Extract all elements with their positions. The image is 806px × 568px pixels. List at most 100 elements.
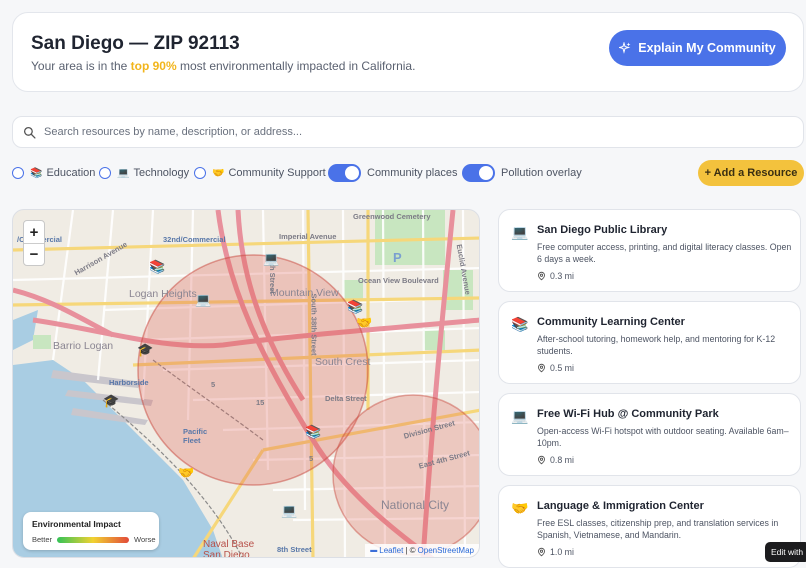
laptop-icon: 💻 xyxy=(511,408,529,424)
marker-technology[interactable]: 💻 xyxy=(281,504,297,517)
filter-community-support[interactable]: 🤝 Community Support xyxy=(194,160,326,186)
marker-community-support[interactable]: 🤝 xyxy=(178,466,194,479)
map-label-imperial: Imperial Avenue xyxy=(279,232,337,241)
toggle-pollution-overlay[interactable]: Pollution overlay xyxy=(462,160,582,186)
distance-value: 0.3 mi xyxy=(550,271,574,281)
toggle-label: Community places xyxy=(367,167,458,179)
resource-distance: 0.5 mi xyxy=(537,363,574,373)
openstreetmap-link[interactable]: OpenStreetMap xyxy=(418,546,474,555)
map-label-mountain-view: Mountain View xyxy=(270,287,339,299)
resource-distance: 0.8 mi xyxy=(537,455,574,465)
radio-button[interactable] xyxy=(12,167,24,179)
filter-bar: 📚 Education 💻 Technology 🤝 Community Sup… xyxy=(12,160,804,186)
community-map[interactable]: /Commercial 32nd/Commercial Harrison Ave… xyxy=(12,209,480,558)
zoom-out-button[interactable]: − xyxy=(24,243,44,265)
resource-description: After-school tutoring, homework help, an… xyxy=(537,334,776,356)
leaflet-link[interactable]: Leaflet xyxy=(379,546,403,555)
map-label-delta: Delta Street xyxy=(325,394,367,403)
resource-description: Free ESL classes, citizenship prep, and … xyxy=(537,518,779,540)
map-label-greenwood: Greenwood Cemetery xyxy=(353,212,431,221)
zoom-in-button[interactable]: + xyxy=(24,221,44,243)
resource-card[interactable]: 💻 Free Wi-Fi Hub @ Community Park Open-a… xyxy=(498,393,801,476)
parking-icon: P xyxy=(393,250,402,265)
marker-community-support[interactable]: 🤝 xyxy=(356,316,372,329)
resource-description: Open-access Wi-Fi hotspot with outdoor s… xyxy=(537,426,789,448)
filter-technology[interactable]: 💻 Technology xyxy=(99,160,189,186)
map-label-harborside: Harborside xyxy=(109,378,149,387)
resource-card[interactable]: 📚 Community Learning Center After-school… xyxy=(498,301,801,384)
filter-education[interactable]: 📚 Education xyxy=(12,160,95,186)
handshake-icon: 🤝 xyxy=(212,167,225,179)
impact-percentile: top 90% xyxy=(130,59,177,73)
radio-button[interactable] xyxy=(194,167,206,179)
marker-education[interactable]: 📚 xyxy=(347,300,363,313)
map-label-south-crest: South Crest xyxy=(315,356,371,368)
laptop-icon: 💻 xyxy=(117,167,130,179)
filter-label: Education xyxy=(46,167,96,179)
explain-button-label: Explain My Community xyxy=(638,41,776,55)
search-bar[interactable] xyxy=(12,116,804,148)
impact-legend: Environmental Impact Better Worse xyxy=(23,512,159,550)
resource-distance: 1.0 mi xyxy=(537,547,574,557)
map-label-8th-street: 8th Street xyxy=(277,545,312,554)
marker-education[interactable]: 📚 xyxy=(305,425,321,438)
marker-graduation-cap[interactable]: 🎓 xyxy=(103,394,119,407)
ukraine-flag-icon: ▬ xyxy=(370,547,378,554)
location-pin-icon xyxy=(538,547,545,557)
attribution-separator: | © xyxy=(405,546,416,555)
resource-title: Community Learning Center xyxy=(537,316,685,328)
search-input[interactable] xyxy=(44,126,744,138)
distance-value: 0.8 mi xyxy=(550,455,574,465)
resource-title: Free Wi-Fi Hub @ Community Park xyxy=(537,408,719,420)
resource-card[interactable]: 💻 San Diego Public Library Free computer… xyxy=(498,209,801,292)
map-label-ocean-view: Ocean View Boulevard xyxy=(358,276,439,285)
resource-list: 💻 San Diego Public Library Free computer… xyxy=(498,209,801,568)
map-label-barrio-logan: Barrio Logan xyxy=(53,340,114,352)
books-icon: 📚 xyxy=(30,167,43,179)
zoom-control: + − xyxy=(23,220,45,266)
handshake-icon: 🤝 xyxy=(511,500,529,516)
impact-summary-suffix: most environmentally impacted in Califor… xyxy=(176,59,416,73)
toggle-label: Pollution overlay xyxy=(501,167,582,179)
edit-with-badge[interactable]: Edit with xyxy=(765,542,806,562)
impact-summary: Your area is in the top 90% most environ… xyxy=(31,59,415,73)
community-header: San Diego — ZIP 92113 Your area is in th… xyxy=(12,12,804,92)
resource-title: San Diego Public Library xyxy=(537,224,668,236)
map-label-naval-base: Naval Base San Diego xyxy=(203,539,255,558)
toggle-switch[interactable] xyxy=(462,164,495,182)
legend-title: Environmental Impact xyxy=(32,519,121,529)
marker-graduation-cap[interactable]: 🎓 xyxy=(137,343,153,356)
location-pin-icon xyxy=(538,271,545,281)
resource-title: Language & Immigration Center xyxy=(537,500,704,512)
resource-description: Free computer access, printing, and digi… xyxy=(537,242,792,264)
distance-value: 1.0 mi xyxy=(550,547,574,557)
books-icon: 📚 xyxy=(511,316,529,332)
map-label-32nd-commercial: 32nd/Commercial xyxy=(163,235,226,244)
map-label-pacific-fleet: Pacific Fleet xyxy=(183,427,208,445)
laptop-icon: 💻 xyxy=(511,224,529,240)
legend-gradient xyxy=(57,536,130,543)
toggle-community-places[interactable]: Community places xyxy=(328,160,457,186)
marker-technology[interactable]: 💻 xyxy=(195,293,211,306)
location-pin-icon xyxy=(538,363,545,373)
legend-scale: Better Worse xyxy=(32,535,156,544)
add-resource-button[interactable]: + Add a Resource xyxy=(698,160,804,186)
legend-worse-label: Worse xyxy=(134,535,156,544)
toggle-switch[interactable] xyxy=(328,164,361,182)
marker-technology[interactable]: 💻 xyxy=(263,252,279,265)
radio-button[interactable] xyxy=(99,167,111,179)
distance-value: 0.5 mi xyxy=(550,363,574,373)
map-label-route-5: 5 xyxy=(211,380,216,389)
resource-distance: 0.3 mi xyxy=(537,271,574,281)
filter-label: Community Support xyxy=(228,167,326,179)
legend-better-label: Better xyxy=(32,535,53,544)
map-label-national-city: National City xyxy=(381,498,450,512)
map-attribution: ▬ Leaflet | © OpenStreetMap xyxy=(365,544,479,557)
map-label-route-15: 15 xyxy=(256,398,265,407)
page-title: San Diego — ZIP 92113 xyxy=(31,33,240,54)
resource-card[interactable]: 🤝 Language & Immigration Center Free ESL… xyxy=(498,485,801,568)
marker-education[interactable]: 📚 xyxy=(149,260,165,273)
explain-community-button[interactable]: Explain My Community xyxy=(609,30,786,66)
location-pin-icon xyxy=(538,455,545,465)
search-icon xyxy=(23,126,36,139)
